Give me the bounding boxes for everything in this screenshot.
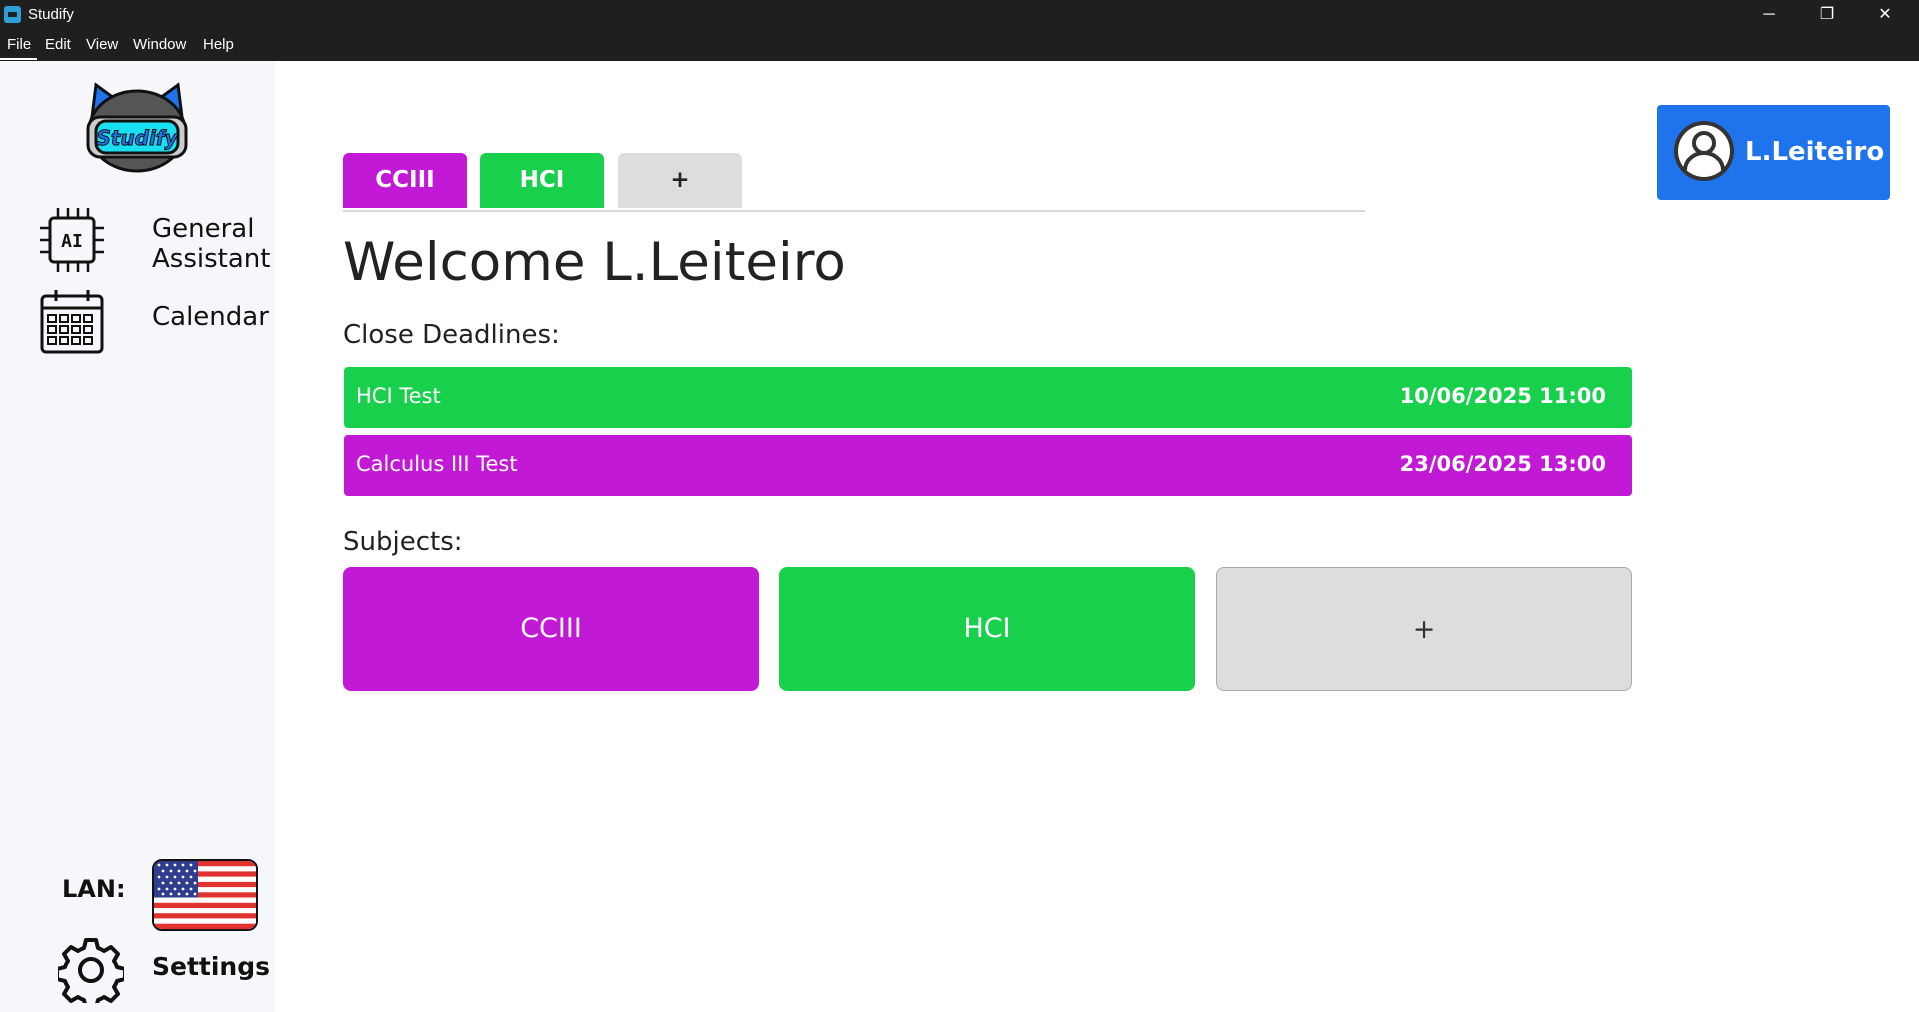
menu-view[interactable]: View	[86, 36, 118, 53]
tab-cciii[interactable]: CCIII	[343, 153, 467, 208]
window-titlebar: Studify ─ ❐ ✕	[0, 0, 1919, 29]
settings-button[interactable]: Settings	[152, 952, 270, 981]
calendar-icon	[40, 290, 104, 354]
menu-bar: File Edit View Window Help	[0, 29, 1919, 61]
profile-button[interactable]: L.Leiteiro	[1657, 105, 1890, 200]
sidebar: Studify AI General Assistant Calendar LA…	[0, 61, 275, 1012]
tab-add[interactable]: +	[618, 153, 742, 208]
deadline-item[interactable]: Calculus III Test 23/06/2025 13:00	[344, 435, 1632, 496]
svg-text:AI: AI	[61, 231, 83, 252]
svg-text:Studify: Studify	[96, 126, 178, 150]
subjects-heading: Subjects:	[343, 527, 463, 557]
deadline-date: 23/06/2025 13:00	[1399, 452, 1606, 476]
sidebar-item-general-assistant[interactable]: AI General Assistant	[0, 204, 275, 284]
close-button[interactable]: ✕	[1856, 0, 1914, 29]
menu-window[interactable]: Window	[133, 36, 186, 53]
profile-name: L.Leiteiro	[1745, 137, 1885, 167]
language-label: LAN:	[62, 875, 126, 903]
avatar	[1674, 121, 1734, 181]
app-icon	[4, 6, 21, 23]
sidebar-item-label: General Assistant	[152, 214, 271, 274]
page-title: Welcome L.Leiteiro	[343, 232, 846, 293]
deadline-date: 10/06/2025 11:00	[1399, 384, 1606, 408]
menu-help[interactable]: Help	[203, 36, 234, 53]
window-title: Studify	[28, 6, 74, 23]
tab-hci[interactable]: HCI	[480, 153, 604, 208]
sidebar-item-calendar[interactable]: Calendar	[0, 288, 275, 368]
deadline-name: Calculus III Test	[356, 452, 518, 476]
gear-icon[interactable]	[58, 937, 124, 1003]
us-flag-icon[interactable]	[152, 859, 258, 931]
subject-card-cciii[interactable]: CCIII	[343, 567, 759, 691]
deadline-name: HCI Test	[356, 384, 441, 408]
deadline-item[interactable]: HCI Test 10/06/2025 11:00	[344, 367, 1632, 428]
menu-file[interactable]: File	[7, 36, 31, 53]
menu-edit[interactable]: Edit	[45, 36, 71, 53]
subject-card-hci[interactable]: HCI	[779, 567, 1195, 691]
minimize-button[interactable]: ─	[1740, 0, 1798, 29]
studify-logo[interactable]: Studify	[82, 79, 192, 179]
subject-tabs: CCIII HCI +	[343, 153, 1365, 212]
menu-active-indicator	[0, 58, 37, 60]
sidebar-item-label: Calendar	[152, 302, 269, 332]
ai-chip-icon: AI	[40, 208, 104, 272]
maximize-button[interactable]: ❐	[1798, 0, 1856, 29]
deadlines-heading: Close Deadlines:	[343, 320, 560, 350]
us-flag-graphic	[154, 861, 256, 929]
add-subject-button[interactable]: +	[1216, 567, 1632, 691]
